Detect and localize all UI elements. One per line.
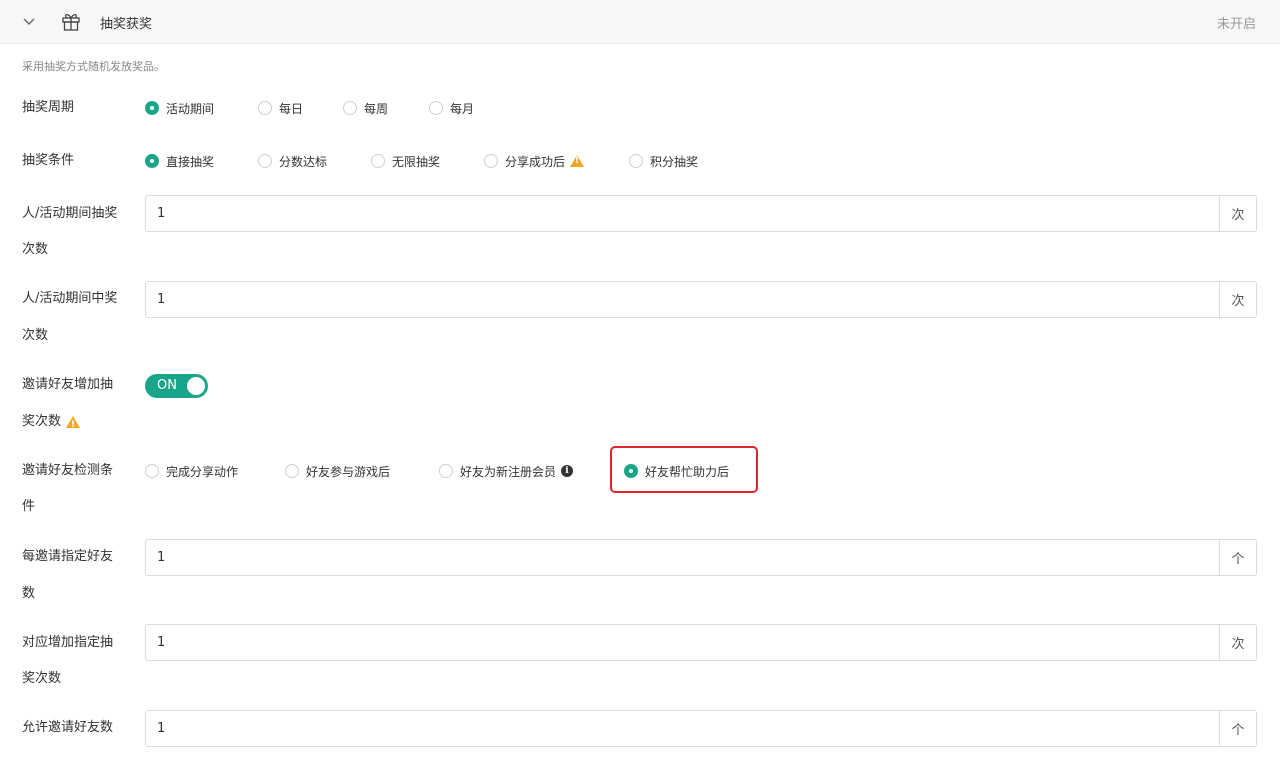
radio-icon [429,101,443,115]
invite-bonus-label-line2: 奖次数 [22,414,81,433]
per-invite-unit: 个 [1219,540,1256,575]
condition-option-direct[interactable]: 直接抽奖 [145,153,214,169]
allow-invites-unit: 个 [1219,711,1256,746]
win-times-input[interactable] [146,282,1219,317]
invite-detect-label-line1: 邀请好友检测条 [22,463,114,478]
detect-option-join-game[interactable]: 好友参与游戏后 [285,463,390,479]
win-times-label-line2: 次数 [22,328,49,343]
per-invite-field: 个 [145,539,1257,576]
per-invite-label-line1: 每邀请指定好友 [22,549,114,564]
invite-bonus-toggle[interactable]: ON [145,374,208,398]
chevron-down-icon[interactable] [22,15,36,29]
detect-option-new-member[interactable]: 好友为新注册会员 i [439,463,574,479]
radio-icon [258,154,272,168]
radio-icon [343,101,357,115]
win-times-field: 次 [145,281,1257,318]
add-draws-field: 次 [145,624,1257,661]
detect-option-share[interactable]: 完成分享动作 [145,463,238,479]
section-header[interactable]: 抽奖获奖 未开启 [0,0,1280,44]
radio-icon [258,101,272,115]
toggle-knob [187,377,205,395]
period-option-monthly[interactable]: 每月 [429,100,474,116]
section-title: 抽奖获奖 [100,17,153,32]
radio-checked-icon [145,101,159,115]
period-option-activity[interactable]: 活动期间 [145,100,214,116]
condition-option-score[interactable]: 分数达标 [258,153,327,169]
period-option-weekly[interactable]: 每周 [343,100,388,116]
draw-times-label-line2: 次数 [22,242,49,257]
draw-times-input[interactable] [146,196,1219,231]
condition-option-unlimited[interactable]: 无限抽奖 [371,153,440,169]
invite-bonus-label-line1: 邀请好友增加抽 [22,377,114,392]
period-option-daily[interactable]: 每日 [258,100,303,116]
allow-invites-label: 允许邀请好友数 [22,720,114,735]
allow-invites-input[interactable] [146,711,1219,746]
section-description: 采用抽奖方式随机发放奖品。 [22,60,165,73]
condition-option-points[interactable]: 积分抽奖 [629,153,698,169]
draw-times-field: 次 [145,195,1257,232]
warning-icon [570,155,585,167]
draw-times-label-line1: 人/活动期间抽奖 [22,206,118,221]
radio-icon [484,154,498,168]
add-draws-unit: 次 [1219,625,1256,660]
info-icon[interactable]: i [561,465,574,477]
radio-checked-icon [624,464,638,478]
radio-icon [145,464,159,478]
radio-icon [371,154,385,168]
gift-icon [62,13,80,31]
invite-detect-label-line2: 件 [22,499,36,514]
add-draws-label-line1: 对应增加指定抽 [22,635,114,650]
detect-option-assist[interactable]: 好友帮忙助力后 [624,463,729,479]
radio-icon [285,464,299,478]
warning-icon [66,416,81,433]
condition-label: 抽奖条件 [22,153,75,168]
add-draws-input[interactable] [146,625,1219,660]
period-label: 抽奖周期 [22,100,75,115]
win-times-label-line1: 人/活动期间中奖 [22,291,118,306]
add-draws-label-line2: 奖次数 [22,671,62,686]
draw-times-unit: 次 [1219,196,1256,231]
radio-icon [439,464,453,478]
radio-icon [629,154,643,168]
condition-option-share[interactable]: 分享成功后 [484,153,585,169]
per-invite-label-line2: 数 [22,586,36,601]
status-text: 未开启 [1216,17,1256,32]
per-invite-input[interactable] [146,540,1219,575]
allow-invites-field: 个 [145,710,1257,747]
radio-checked-icon [145,154,159,168]
toggle-label: ON [157,378,177,393]
win-times-unit: 次 [1219,282,1256,317]
